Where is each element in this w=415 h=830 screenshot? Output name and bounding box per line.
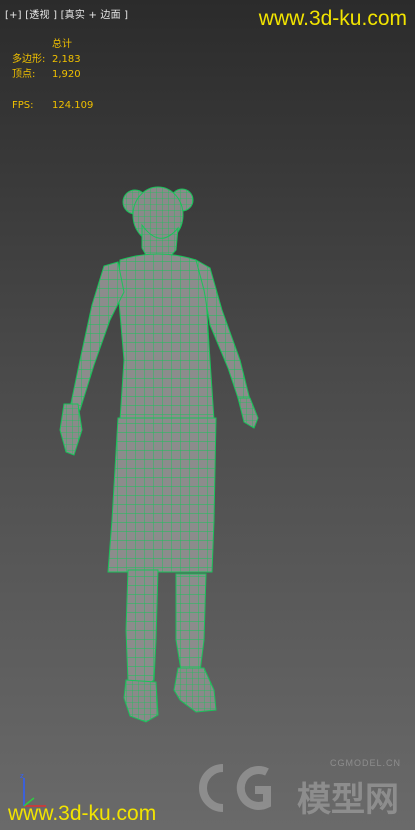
left-hand: [59, 403, 83, 456]
right-hand: [237, 397, 259, 429]
svg-text:z: z: [20, 772, 24, 780]
left-shoe: [123, 679, 159, 723]
character-model[interactable]: [59, 186, 259, 723]
model-viewport-canvas[interactable]: [0, 0, 415, 830]
skirt: [107, 417, 217, 573]
cg-logo-icon: CGMODEL.CN 模型网: [175, 758, 405, 822]
right-leg: [175, 573, 207, 677]
watermark-bottom: www.3d-ku.com: [8, 802, 157, 825]
cg-big-text: 模型网: [297, 780, 399, 820]
torso: [117, 253, 215, 421]
left-leg: [125, 569, 159, 691]
left-arm: [69, 261, 125, 411]
cg-small-text: CGMODEL.CN: [329, 758, 401, 768]
right-shoe: [173, 667, 217, 713]
